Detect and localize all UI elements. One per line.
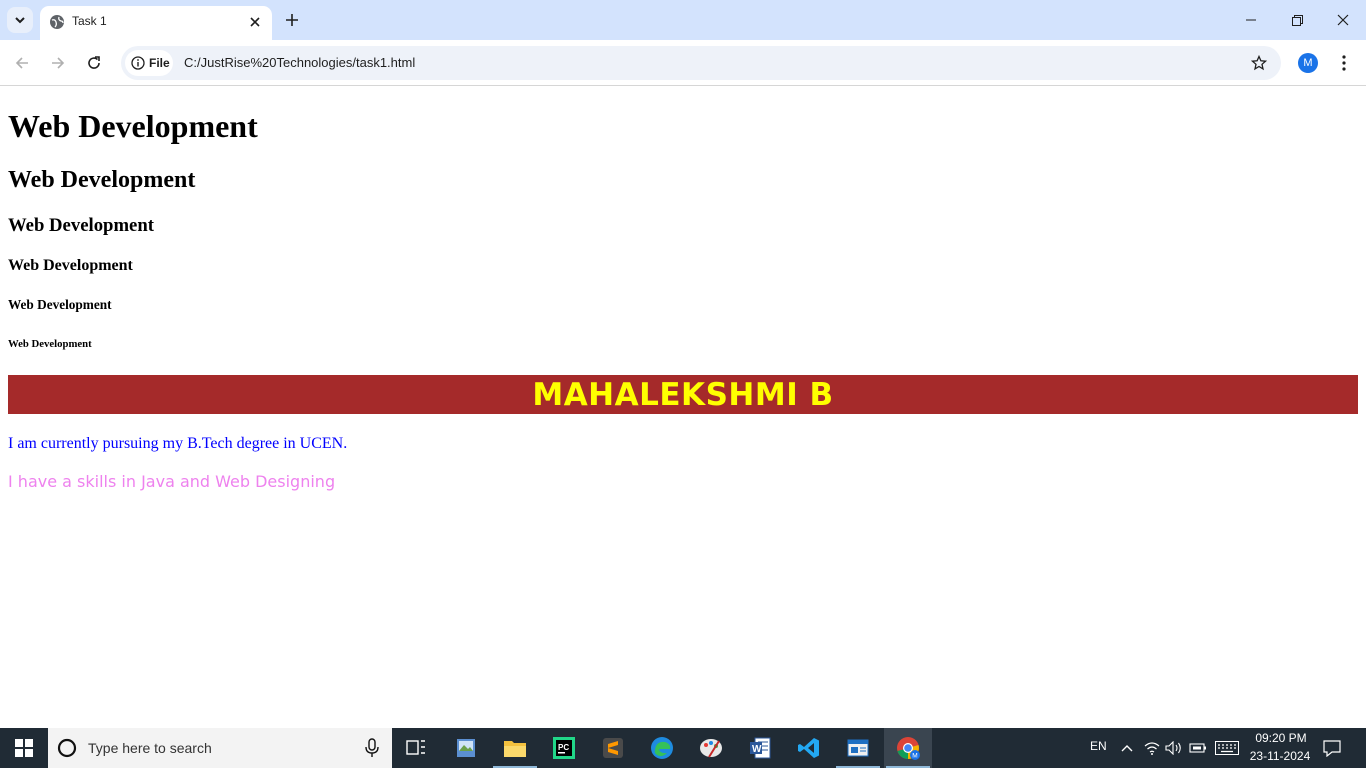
- paint-icon: [700, 739, 722, 758]
- touch-keyboard-button[interactable]: [1214, 738, 1240, 758]
- keyboard-icon: [1215, 741, 1239, 755]
- browser-menu-button[interactable]: [1334, 51, 1354, 75]
- task-view-icon: [406, 740, 425, 755]
- battery-icon: [1189, 743, 1206, 753]
- minimize-button[interactable]: [1228, 0, 1274, 40]
- start-button[interactable]: [0, 728, 48, 768]
- network-button[interactable]: [1142, 738, 1162, 758]
- taskbar-file-explorer[interactable]: [491, 728, 539, 768]
- heading-1: Web Development: [8, 108, 258, 144]
- tab-search-button[interactable]: [7, 7, 33, 33]
- profile-avatar[interactable]: M: [1298, 53, 1318, 73]
- taskbar-chrome[interactable]: M: [884, 728, 932, 768]
- education-paragraph: I am currently pursuing my B.Tech degree…: [8, 435, 348, 452]
- restore-button[interactable]: [1274, 0, 1320, 40]
- pycharm-icon: PC: [553, 737, 575, 759]
- taskbar-paint[interactable]: [687, 728, 735, 768]
- taskbar-edge[interactable]: [638, 728, 686, 768]
- heading-3: Web Development: [8, 215, 154, 236]
- search-placeholder: Type here to search: [88, 740, 212, 756]
- taskbar-sublime-text[interactable]: [589, 728, 637, 768]
- banner-name: MAHALEKSHMI B: [532, 376, 834, 413]
- heading-2: Web Development: [8, 167, 196, 193]
- site-info-label: File: [149, 56, 170, 70]
- battery-button[interactable]: [1188, 738, 1208, 758]
- edge-icon: [651, 737, 673, 759]
- arrow-right-icon: [52, 57, 65, 69]
- windows-logo-icon: [15, 739, 33, 757]
- taskbar: Type here to search PC W M EN 09:20 PM 2…: [0, 728, 1366, 768]
- heading-6: Web Development: [8, 338, 92, 350]
- clock-date[interactable]: 23-11-2024: [1248, 749, 1312, 763]
- word-icon: W: [750, 737, 771, 759]
- search-icon: [57, 738, 77, 758]
- heading-5: Web Development: [8, 297, 112, 312]
- microphone-icon[interactable]: [364, 738, 380, 758]
- heading-4: Web Development: [8, 257, 133, 274]
- bookmark-button[interactable]: [1249, 53, 1269, 73]
- speaker-icon: [1165, 741, 1181, 755]
- app-icon: [847, 739, 869, 757]
- clock-time[interactable]: 09:20 PM: [1253, 731, 1309, 745]
- vscode-icon: [798, 738, 819, 758]
- volume-button[interactable]: [1164, 738, 1184, 758]
- tab-close-button[interactable]: [246, 13, 264, 31]
- tab-strip: Task 1: [0, 0, 1366, 40]
- info-icon: [131, 56, 145, 70]
- svg-text:M: M: [912, 753, 917, 760]
- taskbar-word[interactable]: W: [736, 728, 784, 768]
- close-icon: [1337, 14, 1349, 26]
- language-indicator[interactable]: EN: [1090, 739, 1107, 753]
- back-button[interactable]: [9, 50, 35, 76]
- taskbar-search-box[interactable]: Type here to search: [48, 728, 392, 768]
- close-window-button[interactable]: [1320, 0, 1366, 40]
- globe-icon: [50, 15, 64, 29]
- svg-text:PC: PC: [558, 743, 569, 752]
- show-hidden-icons-button[interactable]: [1117, 738, 1137, 758]
- notifications-button[interactable]: [1322, 738, 1342, 758]
- chrome-icon: M: [897, 737, 920, 760]
- taskbar-photos[interactable]: [442, 728, 490, 768]
- name-banner: MAHALEKSHMI B: [8, 375, 1358, 414]
- more-vertical-icon: [1342, 55, 1346, 71]
- arrow-left-icon: [15, 57, 28, 69]
- chevron-down-icon: [15, 17, 25, 24]
- plus-icon: [286, 14, 298, 26]
- address-bar[interactable]: File C:/JustRise%20Technologies/task1.ht…: [121, 46, 1281, 80]
- svg-text:W: W: [752, 744, 762, 755]
- forward-button[interactable]: [45, 50, 71, 76]
- photos-icon: [457, 739, 475, 757]
- star-icon: [1251, 55, 1267, 71]
- chevron-up-icon: [1121, 745, 1133, 752]
- browser-toolbar: File C:/JustRise%20Technologies/task1.ht…: [0, 40, 1366, 86]
- notification-icon: [1323, 739, 1341, 757]
- wifi-icon: [1144, 742, 1160, 755]
- taskbar-vscode[interactable]: [785, 728, 833, 768]
- minimize-icon: [1246, 19, 1256, 21]
- restore-icon: [1291, 14, 1303, 26]
- close-icon: [250, 17, 260, 27]
- new-tab-button[interactable]: [282, 10, 302, 30]
- file-explorer-icon: [504, 741, 526, 757]
- sublime-text-icon: [603, 738, 623, 758]
- skills-paragraph: I have a skills in Java and Web Designin…: [8, 472, 336, 491]
- task-view-button[interactable]: [392, 728, 440, 768]
- reload-icon: [88, 56, 100, 69]
- taskbar-pycharm[interactable]: PC: [540, 728, 588, 768]
- url-text: C:/JustRise%20Technologies/task1.html: [184, 55, 416, 70]
- browser-tab[interactable]: Task 1: [40, 6, 272, 40]
- reload-button[interactable]: [81, 50, 107, 76]
- taskbar-app[interactable]: [834, 728, 882, 768]
- tab-title: Task 1: [72, 14, 107, 28]
- site-info-chip[interactable]: File: [125, 50, 173, 76]
